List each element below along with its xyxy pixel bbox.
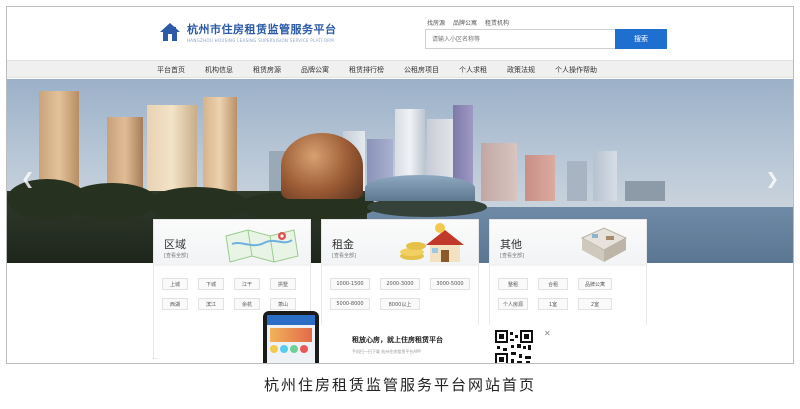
coins-house-icon (394, 222, 474, 270)
chip-other-filter[interactable]: 品牌公寓 (578, 278, 612, 290)
nav-item-public-rental[interactable]: 公租房项目 (404, 65, 439, 75)
building (625, 181, 665, 201)
chip-other-filter[interactable]: 整租 (498, 278, 528, 290)
nav-item-help[interactable]: 个人操作帮助 (555, 65, 597, 75)
house-logo-icon (159, 21, 181, 43)
chip-district[interactable]: 上城 (162, 278, 188, 290)
nav-item-home[interactable]: 平台首页 (157, 65, 185, 75)
card-title: 区域 (164, 238, 186, 251)
quick-links: 找房源 品牌公寓 租赁机构 (427, 18, 509, 27)
chip-other-filter[interactable]: 2室 (578, 298, 612, 310)
chip-other-filter[interactable]: 合租 (538, 278, 568, 290)
nav-item-policies[interactable]: 政策法规 (507, 65, 535, 75)
main-nav: 平台首页 机构信息 租赁房源 品牌公寓 租赁排行榜 公租房项目 个人求租 政策法… (7, 60, 793, 78)
quick-link-agency[interactable]: 租赁机构 (485, 18, 509, 27)
phone-mockup (263, 311, 319, 363)
building (567, 161, 587, 201)
close-icon[interactable]: ✕ (544, 329, 551, 338)
chevron-left-icon[interactable]: ❮ (21, 169, 34, 188)
nav-item-brand-apartments[interactable]: 品牌公寓 (301, 65, 329, 75)
floorplan-icon (578, 224, 630, 268)
qr-code-icon (495, 330, 533, 363)
chip-other-filter[interactable]: 1室 (538, 298, 568, 310)
phone-banner (270, 328, 312, 342)
building (203, 97, 237, 201)
quick-link-find-house[interactable]: 找房源 (427, 18, 445, 27)
chip-district[interactable]: 拱墅 (270, 278, 296, 290)
building (593, 151, 617, 201)
quick-link-brand-apartment[interactable]: 品牌公寓 (453, 18, 477, 27)
card-view-all-link[interactable]: [查看全部] (332, 252, 356, 259)
chip-district[interactable]: 余杭 (234, 298, 260, 310)
chip-district[interactable]: 江干 (234, 278, 260, 290)
dome-building (365, 175, 475, 201)
figure-caption: 杭州住房租赁监管服务平台网站首页 (263, 376, 536, 394)
logo-subtitle: HANGZHOU HOUSING LEASING SUPERVISION SER… (187, 38, 335, 43)
tree (67, 183, 157, 219)
nav-item-agency-info[interactable]: 机构信息 (205, 65, 233, 75)
nav-item-rental-listings[interactable]: 租赁房源 (253, 65, 281, 75)
chip-district[interactable]: 下城 (198, 278, 224, 290)
chip-other-filter[interactable]: 个人房源 (498, 298, 528, 310)
nav-item-ranking[interactable]: 租赁排行榜 (349, 65, 384, 75)
logo-title: 杭州市住房租赁监管服务平台 (187, 23, 337, 36)
card-view-all-link[interactable]: [查看全部] (500, 252, 524, 259)
chip-district[interactable]: 滨江 (198, 298, 224, 310)
browser-screenshot: 杭州市住房租赁监管服务平台 HANGZHOU HOUSING LEASING S… (6, 6, 794, 364)
search-button[interactable]: 搜索 (615, 29, 667, 49)
card-title: 租金 (332, 238, 354, 251)
nav-item-personal-request[interactable]: 个人求租 (459, 65, 487, 75)
site-logo[interactable]: 杭州市住房租赁监管服务平台 HANGZHOU HOUSING LEASING S… (159, 21, 337, 43)
map-icon (222, 226, 302, 268)
chevron-right-icon[interactable]: ❯ (766, 169, 779, 188)
chip-rent-range[interactable]: 3000-5000 (430, 278, 470, 290)
chip-rent-range[interactable]: 1000-1500 (330, 278, 370, 290)
card-title: 其他 (500, 238, 522, 251)
chip-rent-range[interactable]: 2000-3000 (380, 278, 420, 290)
building (481, 143, 517, 201)
chip-rent-range[interactable]: 8000以上 (380, 298, 420, 310)
golden-sphere-building (281, 133, 363, 199)
search-input[interactable] (425, 29, 615, 49)
building (525, 155, 555, 201)
chip-rent-range[interactable]: 5000-8000 (330, 298, 370, 310)
promo-subtitle: 手机扫一扫下载 杭州住房租赁平台APP (352, 349, 421, 354)
search-bar: 搜索 (425, 29, 667, 49)
card-view-all-link[interactable]: [查看全部] (164, 252, 188, 259)
phone-header (267, 315, 315, 325)
chip-district[interactable]: 西湖 (162, 298, 188, 310)
chip-district[interactable]: 萧山 (270, 298, 296, 310)
promo-title: 租放心房，就上住房租赁平台 (352, 336, 443, 344)
phone-icon-row (270, 345, 312, 353)
tree (147, 187, 247, 221)
